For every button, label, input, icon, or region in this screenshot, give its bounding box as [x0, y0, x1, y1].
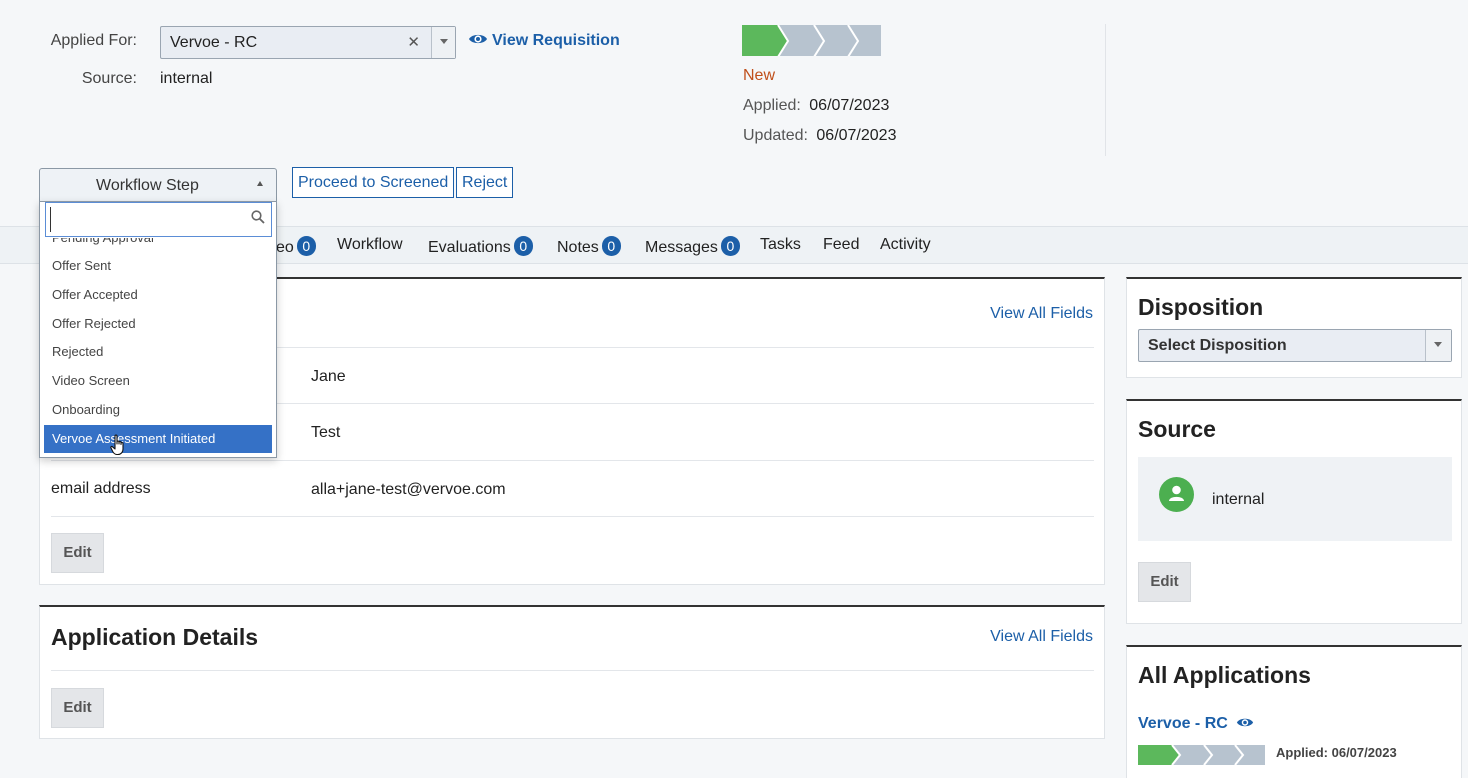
evaluations-count-badge: 0 [513, 236, 533, 256]
source-panel-value: internal [1212, 491, 1265, 508]
tab-notes[interactable]: Notes 0 [557, 236, 621, 257]
row-divider [51, 460, 1094, 461]
all-applications-title: All Applications [1138, 662, 1311, 688]
tab-evaluations[interactable]: Evaluations 0 [428, 236, 533, 257]
chevron-up-icon [257, 181, 263, 186]
search-icon [251, 210, 265, 224]
edit-button[interactable]: Edit [51, 688, 104, 728]
workflow-option[interactable]: Rejected [44, 338, 272, 366]
source-value: internal [160, 70, 213, 87]
header-divider [1105, 24, 1106, 156]
eye-icon [469, 34, 487, 44]
workflow-search-box[interactable] [45, 202, 272, 237]
source-box: internal [1138, 457, 1452, 541]
hand-cursor-icon [110, 434, 124, 456]
disposition-placeholder: Select Disposition [1148, 337, 1287, 354]
workflow-option[interactable]: Pending Approval [44, 238, 272, 252]
workflow-options-list: Pending Approval Offer Sent Offer Accept… [40, 238, 276, 457]
applied-for-select[interactable]: Vervoe - RC ✕ [160, 26, 456, 59]
tab-messages[interactable]: Messages 0 [645, 236, 740, 257]
row-divider [51, 516, 1094, 517]
workflow-option[interactable]: Video Screen [44, 367, 272, 395]
email-value: alla+jane-test@vervoe.com [311, 481, 506, 498]
view-requisition-link[interactable]: View Requisition [468, 32, 620, 50]
workflow-option[interactable]: Onboarding [44, 396, 272, 424]
application-progress [1138, 745, 1265, 765]
eye-icon [1237, 718, 1254, 727]
source-panel: Source internal Edit [1126, 399, 1462, 624]
clear-icon[interactable]: ✕ [407, 33, 420, 51]
view-all-fields-link[interactable]: View All Fields [990, 628, 1093, 646]
disposition-panel: Disposition Select Disposition [1126, 277, 1462, 378]
updated-date: 06/07/2023 [816, 127, 897, 144]
view-all-fields-link[interactable]: View All Fields [990, 305, 1093, 323]
last-name-value: Test [311, 424, 341, 441]
edit-button[interactable]: Edit [1138, 562, 1191, 602]
tab-tasks[interactable]: Tasks [760, 236, 801, 254]
applied-label: Applied: [743, 97, 801, 114]
applied-for-label: Applied For: [50, 32, 137, 49]
all-applications-panel: All Applications Vervoe - RC Applied: 06… [1126, 645, 1462, 778]
workflow-step-select[interactable]: Workflow Step [39, 168, 277, 202]
chevron-down-icon[interactable] [431, 27, 455, 58]
notes-count-badge: 0 [601, 236, 621, 256]
workflow-option-highlighted[interactable]: Vervoe Assessment Initiated [44, 425, 272, 453]
application-details-panel: Application Details View All Fields Edit [39, 605, 1105, 739]
tab-activity[interactable]: Activity [880, 236, 931, 254]
chevron-down-icon[interactable] [1425, 330, 1451, 361]
messages-count-badge: 0 [720, 236, 740, 256]
applied-date: 06/07/2023 [809, 97, 890, 114]
email-label: email address [51, 480, 151, 497]
workflow-search-input[interactable] [50, 207, 240, 232]
video-count-badge: 0 [296, 236, 316, 256]
disposition-select[interactable]: Select Disposition [1138, 329, 1452, 362]
workflow-option[interactable]: Offer Sent [44, 252, 272, 280]
view-requisition-text: View Requisition [492, 32, 620, 49]
source-label: Source: [81, 70, 137, 87]
workflow-step-label: Workflow Step [96, 177, 199, 194]
disposition-title: Disposition [1138, 294, 1264, 320]
progress-chevrons [742, 25, 881, 56]
application-details-title: Application Details [51, 624, 259, 650]
application-link[interactable]: Vervoe - RC [1138, 715, 1254, 733]
edit-button[interactable]: Edit [51, 533, 104, 573]
source-title: Source [1138, 416, 1216, 442]
workflow-step-dropdown: Pending Approval Offer Sent Offer Accept… [39, 201, 277, 458]
row-divider [51, 670, 1094, 671]
proceed-to-screened-button[interactable]: Proceed to Screened [292, 167, 455, 198]
workflow-option[interactable]: Offer Accepted [44, 281, 272, 309]
application-applied-text: Applied: 06/07/2023 [1276, 745, 1397, 760]
application-link-text: Vervoe - RC [1138, 715, 1228, 732]
tab-feed[interactable]: Feed [823, 236, 859, 254]
status-text: New [743, 67, 776, 84]
updated-label: Updated: [743, 127, 808, 144]
user-icon [1159, 477, 1194, 512]
workflow-option[interactable]: Offer Rejected [44, 310, 272, 338]
first-name-value: Jane [311, 368, 346, 385]
tab-video[interactable]: eo 0 [276, 236, 316, 257]
tab-workflow[interactable]: Workflow [337, 236, 403, 254]
applied-for-value: Vervoe - RC [170, 34, 258, 51]
reject-button[interactable]: Reject [456, 167, 514, 198]
